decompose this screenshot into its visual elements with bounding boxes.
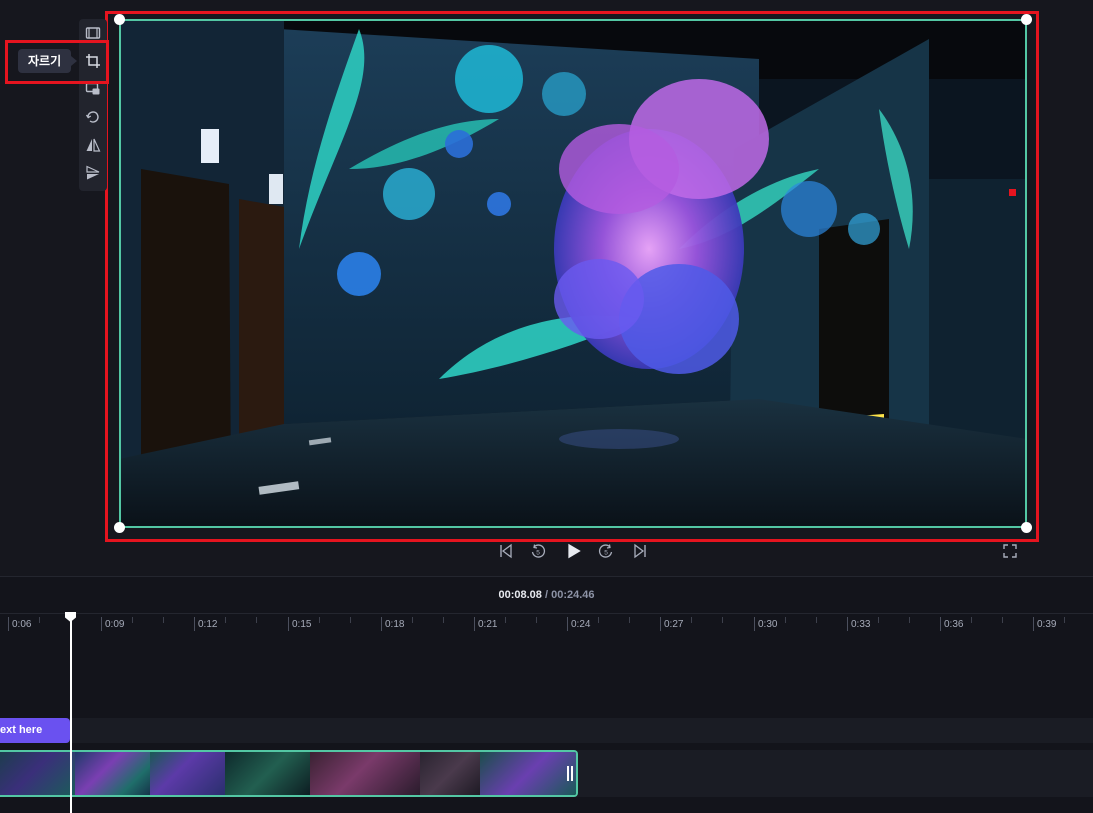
ruler-tick [567, 617, 568, 631]
ruler-minor-tick [443, 617, 444, 623]
play-button[interactable] [564, 541, 584, 561]
ruler-minor-tick [629, 617, 630, 623]
ruler-tick-label: 0:36 [944, 619, 964, 630]
ruler-tick-label: 0:15 [292, 619, 312, 630]
ruler-tick [194, 617, 195, 631]
ruler-tick-label: 0:12 [198, 619, 218, 630]
rotate-icon[interactable] [79, 103, 107, 131]
forward-5s-button[interactable]: 5 [597, 542, 615, 560]
svg-text:5: 5 [536, 550, 540, 557]
skip-to-start-button[interactable] [497, 542, 515, 560]
ruler-minor-tick [722, 617, 723, 623]
ruler-minor-tick [598, 617, 599, 623]
playhead-line [70, 616, 72, 813]
ruler-tick-label: 0:24 [571, 619, 591, 630]
text-clip[interactable]: ext here [0, 718, 70, 743]
ruler-tick [8, 617, 9, 631]
ruler-tick [288, 617, 289, 631]
ruler-minor-tick [350, 617, 351, 623]
clip-thumbnail [225, 752, 310, 795]
crop-tooltip: 자르기 [18, 49, 78, 73]
ruler-tick [474, 617, 475, 631]
crop-handle-top-left[interactable] [114, 14, 125, 25]
ruler-tick-label: 0:39 [1037, 619, 1057, 630]
ruler-tick-label: 0:06 [12, 619, 32, 630]
flip-vertical-icon[interactable] [79, 159, 107, 187]
ruler-minor-tick [971, 617, 972, 623]
ruler-tick-label: 0:27 [664, 619, 684, 630]
ruler-minor-tick [225, 617, 226, 623]
ruler-minor-tick [1064, 617, 1065, 623]
clip-thumbnail [75, 752, 150, 795]
ruler-tick [660, 617, 661, 631]
ruler-tick-label: 0:33 [851, 619, 871, 630]
flip-horizontal-icon[interactable] [79, 131, 107, 159]
ruler-tick-label: 0:30 [758, 619, 778, 630]
current-time: 00:08.08 [498, 589, 542, 601]
ruler-minor-tick [816, 617, 817, 623]
ruler-minor-tick [909, 617, 910, 623]
crop-frame[interactable] [119, 19, 1027, 528]
crop-handle-bottom-right[interactable] [1021, 522, 1032, 533]
ruler-minor-tick [412, 617, 413, 623]
ruler-tick [847, 617, 848, 631]
ruler-minor-tick [319, 617, 320, 623]
ruler-minor-tick [256, 617, 257, 623]
svg-text:5: 5 [604, 550, 608, 557]
picture-in-picture-icon[interactable] [79, 75, 107, 103]
clip-thumbnail [420, 752, 480, 795]
clip-thumbnail [480, 752, 576, 795]
crop-handle-bottom-left[interactable] [114, 522, 125, 533]
timecode: 00:08.08 / 00:24.46 [0, 589, 1093, 601]
ruler-tick-label: 0:18 [385, 619, 405, 630]
ruler-tick [940, 617, 941, 631]
ruler-minor-tick [785, 617, 786, 623]
crop-icon[interactable] [79, 47, 107, 75]
ruler-tick-label: 0:21 [478, 619, 498, 630]
ruler-tick [381, 617, 382, 631]
ruler-minor-tick [536, 617, 537, 623]
total-duration: 00:24.46 [551, 589, 595, 601]
fit-icon[interactable] [79, 19, 107, 47]
clip-thumbnail [150, 752, 225, 795]
ruler-tick-label: 0:09 [105, 619, 125, 630]
highlight-marker [1009, 189, 1016, 196]
video-clip[interactable] [0, 750, 578, 797]
ruler-minor-tick [505, 617, 506, 623]
crop-handle-top-right[interactable] [1021, 14, 1032, 25]
fullscreen-button[interactable] [1001, 542, 1019, 560]
ruler-minor-tick [878, 617, 879, 623]
ruler-minor-tick [39, 617, 40, 623]
time-separator: / [541, 589, 552, 601]
ruler-minor-tick [163, 617, 164, 623]
text-track [0, 718, 1093, 743]
skip-to-end-button[interactable] [631, 542, 649, 560]
preview-toolbar [79, 19, 107, 191]
clip-thumbnail [310, 752, 420, 795]
ruler-minor-tick [691, 617, 692, 623]
ruler-tick [1033, 617, 1034, 631]
rewind-5s-button[interactable]: 5 [529, 542, 547, 560]
ruler-minor-tick [132, 617, 133, 623]
clip-trim-handle[interactable] [567, 766, 573, 781]
ruler-minor-tick [1002, 617, 1003, 623]
ruler-tick [754, 617, 755, 631]
clip-thumbnail [0, 752, 75, 795]
ruler-tick [101, 617, 102, 631]
